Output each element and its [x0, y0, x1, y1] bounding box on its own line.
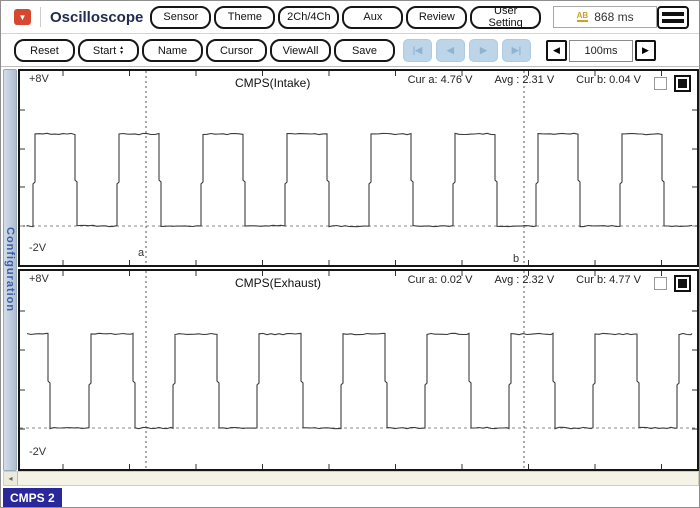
display-checkbox-group: [654, 275, 691, 292]
nav-first-icon[interactable]: |◀: [403, 39, 432, 62]
nav-prev-icon[interactable]: ◀: [436, 39, 465, 62]
waveform-plot-intake[interactable]: [20, 71, 697, 265]
start-button[interactable]: Start ▲ ▼: [78, 39, 139, 62]
cursor-time-display: AB 868 ms: [552, 6, 658, 28]
timebase-control: ◀ 100ms ▶: [546, 39, 656, 62]
waveform-plot-exhaust[interactable]: [20, 271, 697, 469]
save-button[interactable]: Save: [334, 39, 395, 62]
app-title: Oscilloscope: [49, 8, 144, 26]
nav-last-icon[interactable]: ▶|: [502, 39, 531, 62]
measurement-readout: Cur a: 4.76 V Avg : 2.31 V Cur b: 0.04 V: [408, 74, 641, 86]
scope-panel-exhaust: +8V -2V CMPS(Exhaust) Cur a: 0.02 V Avg …: [18, 269, 699, 471]
timebase-decrease-icon[interactable]: ◀: [546, 40, 567, 61]
name-button[interactable]: Name: [142, 39, 203, 62]
menu-icon[interactable]: [657, 5, 689, 29]
scale-max-label: +8V: [29, 73, 49, 85]
sensor-button[interactable]: Sensor: [150, 5, 212, 29]
horizontal-scrollbar[interactable]: ◂: [3, 471, 699, 486]
configuration-tab[interactable]: Configuration: [3, 69, 17, 471]
theme-button[interactable]: Theme: [214, 5, 276, 29]
user-setting-button[interactable]: User Setting: [470, 5, 541, 29]
ab-cursor-icon: AB: [576, 11, 589, 22]
viewall-button[interactable]: ViewAll: [270, 39, 331, 62]
reset-button[interactable]: Reset: [14, 39, 75, 62]
cursor-time-value: 868 ms: [594, 10, 634, 24]
header-toolbar: ▼ Oscilloscope Sensor Theme 2Ch/4Ch Aux …: [1, 1, 699, 34]
display-checkbox-1[interactable]: [654, 77, 667, 90]
display-checkbox-2[interactable]: [674, 275, 691, 292]
scope-panel-intake: +8V -2V CMPS(Intake) Cur a: 4.76 V Avg :…: [18, 69, 699, 267]
divider: [40, 7, 41, 27]
cursor-b-value: Cur b: 4.77 V: [576, 274, 641, 286]
app-dropdown-icon[interactable]: ▼: [14, 9, 31, 25]
record-nav-group: |◀ ◀ ▶ ▶|: [403, 39, 531, 62]
channel-title: CMPS(Exhaust): [235, 276, 322, 290]
cursor-a-value: Cur a: 0.02 V: [407, 274, 473, 286]
timebase-increase-icon[interactable]: ▶: [635, 40, 656, 61]
scale-min-label: -2V: [29, 242, 47, 254]
control-toolbar: Reset Start ▲ ▼ Name Cursor ViewAll Save …: [1, 35, 699, 67]
channel-group-tab[interactable]: CMPS 2: [3, 488, 62, 507]
display-checkbox-1[interactable]: [654, 277, 667, 290]
cursor-b-value: Cur b: 0.04 V: [576, 74, 641, 86]
display-checkbox-2[interactable]: [674, 75, 691, 92]
nav-next-icon[interactable]: ▶: [469, 39, 498, 62]
timebase-value: 100ms: [569, 39, 633, 62]
average-value: Avg : 2.31 V: [494, 74, 555, 86]
aux-button[interactable]: Aux: [342, 5, 404, 29]
channel-mode-button[interactable]: 2Ch/4Ch: [278, 5, 340, 29]
cursor-button[interactable]: Cursor: [206, 39, 267, 62]
scale-max-label: +8V: [29, 273, 49, 285]
scale-min-label: -2V: [29, 446, 47, 458]
control-button-group: Reset Start ▲ ▼ Name Cursor ViewAll Save: [14, 39, 395, 62]
average-value: Avg : 2.32 V: [494, 274, 555, 286]
cursor-a-value: Cur a: 4.76 V: [407, 74, 473, 86]
configuration-tab-label: Configuration: [4, 227, 16, 313]
review-button[interactable]: Review: [406, 5, 468, 29]
cursor-b-marker-label: b: [513, 253, 520, 265]
start-updown-icon: ▲ ▼: [119, 45, 125, 56]
measurement-readout: Cur a: 0.02 V Avg : 2.32 V Cur b: 4.77 V: [408, 274, 641, 286]
header-button-group: Sensor Theme 2Ch/4Ch Aux Review User Set…: [150, 5, 541, 29]
scroll-left-icon[interactable]: ◂: [4, 472, 18, 485]
cursor-a-marker-label: a: [138, 247, 145, 259]
oscilloscope-window: ▼ Oscilloscope Sensor Theme 2Ch/4Ch Aux …: [0, 0, 700, 508]
display-checkbox-group: [654, 75, 691, 92]
channel-title: CMPS(Intake): [235, 76, 311, 90]
